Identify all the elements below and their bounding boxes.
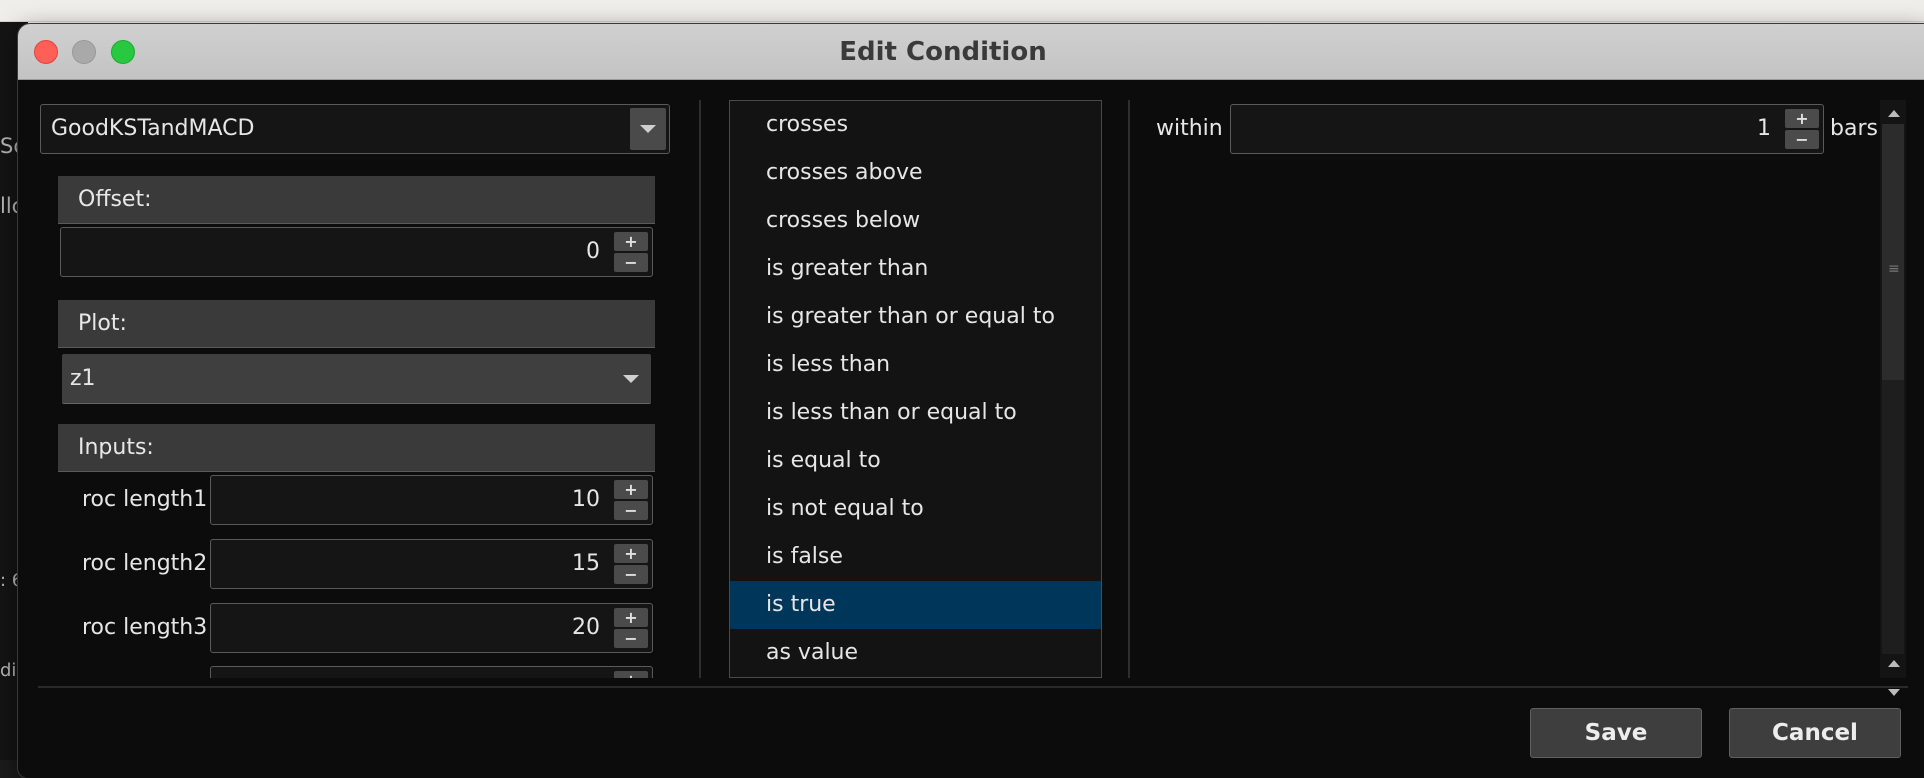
input-value-roc-length2: 15 xyxy=(572,551,600,576)
save-button[interactable]: Save xyxy=(1530,708,1702,758)
right-panel-scrollbar[interactable]: ≡ xyxy=(1880,100,1906,696)
input-stepper-roc-length1[interactable]: 10 + − xyxy=(210,475,653,525)
offset-value: 0 xyxy=(586,239,600,264)
condition-item-is-true[interactable]: is true xyxy=(730,581,1101,629)
within-label: within xyxy=(1156,116,1223,141)
plot-select-value: z1 xyxy=(70,366,96,391)
condition-item-is-false[interactable]: is false xyxy=(730,533,1101,581)
input-stepper-partial[interactable]: + − xyxy=(210,666,653,678)
decrement-button[interactable]: − xyxy=(614,501,648,520)
grip-icon: ≡ xyxy=(1888,261,1900,277)
inputs-section-header: Inputs: xyxy=(58,424,655,472)
plot-section-header: Plot: xyxy=(58,300,655,348)
input-label-roc-length2: roc length2 xyxy=(82,551,208,576)
offset-stepper[interactable]: 0 + − xyxy=(60,227,653,277)
offset-label: Offset: xyxy=(78,187,152,212)
within-bars-value: 1 xyxy=(1757,116,1771,141)
within-increment-button[interactable]: + xyxy=(1785,109,1819,128)
input-label-roc-length1: roc length1 xyxy=(82,487,208,512)
decrement-button[interactable]: − xyxy=(614,629,648,648)
input-value-roc-length3: 20 xyxy=(572,615,600,640)
condition-item-as-value[interactable]: as value xyxy=(730,629,1101,677)
increment-button[interactable]: + xyxy=(614,608,648,627)
edit-condition-dialog: Edit Condition GoodKSTandMACD Offset: 0 … xyxy=(18,24,1924,778)
cancel-button[interactable]: Cancel xyxy=(1729,708,1901,758)
condition-item-crosses-below[interactable]: crosses below xyxy=(730,197,1101,245)
bars-unit-label: bars xyxy=(1830,116,1878,141)
input-stepper-roc-length3[interactable]: 20 + − xyxy=(210,603,653,653)
scroll-down-arrow-icon[interactable] xyxy=(1888,689,1900,696)
condition-item-crosses[interactable]: crosses xyxy=(730,101,1101,149)
input-stepper-roc-length2[interactable]: 15 + − xyxy=(210,539,653,589)
condition-item-is-less-than-or-equal-to[interactable]: is less than or equal to xyxy=(730,389,1101,437)
within-decrement-button[interactable]: − xyxy=(1785,130,1819,149)
plot-select[interactable]: z1 xyxy=(62,354,651,404)
study-select-value: GoodKSTandMACD xyxy=(51,116,255,141)
study-select-dropdown-button[interactable] xyxy=(630,108,666,150)
chevron-down-icon xyxy=(623,375,639,383)
panel-divider-right xyxy=(1128,100,1130,678)
offset-increment-button[interactable]: + xyxy=(614,232,648,251)
panel-divider-left xyxy=(699,100,701,678)
increment-button[interactable]: + xyxy=(614,671,648,678)
condition-item-is-equal-to[interactable]: is equal to xyxy=(730,437,1101,485)
condition-item-is-greater-than[interactable]: is greater than xyxy=(730,245,1101,293)
inputs-label: Inputs: xyxy=(78,435,154,460)
scrollbar-thumb[interactable] xyxy=(1882,124,1904,380)
plot-label: Plot: xyxy=(78,311,127,336)
input-value-roc-length1: 10 xyxy=(572,487,600,512)
title-bar[interactable]: Edit Condition xyxy=(18,24,1924,80)
offset-decrement-button[interactable]: − xyxy=(614,253,648,272)
desktop-strip xyxy=(0,0,1924,22)
scroll-up-arrow-icon[interactable] xyxy=(1888,660,1900,667)
condition-list[interactable]: crosses crosses above crosses below is g… xyxy=(729,100,1102,678)
input-label-roc-length3: roc length3 xyxy=(82,615,208,640)
condition-item-is-greater-than-or-equal-to[interactable]: is greater than or equal to xyxy=(730,293,1101,341)
inputs-overflow-clip: + − xyxy=(58,666,655,678)
increment-button[interactable]: + xyxy=(614,544,648,563)
condition-item-crosses-above[interactable]: crosses above xyxy=(730,149,1101,197)
increment-button[interactable]: + xyxy=(614,480,648,499)
window-title: Edit Condition xyxy=(839,37,1047,67)
study-select[interactable]: GoodKSTandMACD xyxy=(40,104,670,154)
within-bars-stepper[interactable]: 1 + − xyxy=(1230,104,1824,154)
condition-item-is-not-equal-to[interactable]: is not equal to xyxy=(730,485,1101,533)
scroll-up-arrow-icon[interactable] xyxy=(1888,110,1900,117)
offset-section-header: Offset: xyxy=(58,176,655,224)
footer-divider xyxy=(38,686,1908,688)
chevron-down-icon xyxy=(640,125,656,133)
decrement-button[interactable]: − xyxy=(614,565,648,584)
condition-item-is-less-than[interactable]: is less than xyxy=(730,341,1101,389)
